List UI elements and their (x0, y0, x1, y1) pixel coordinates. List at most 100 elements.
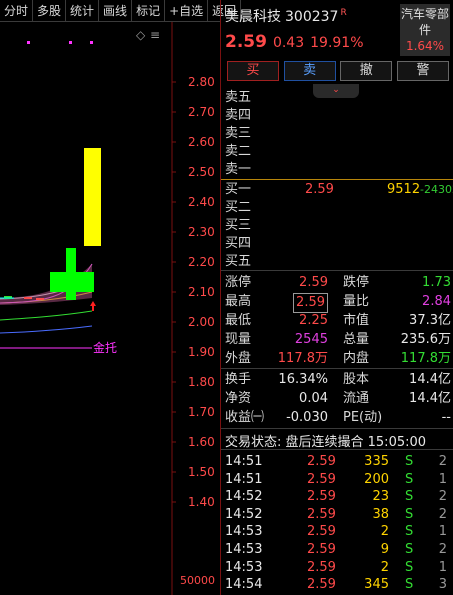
section-divider (221, 270, 453, 271)
toolbar-mark-button[interactable]: 标记 (132, 0, 166, 22)
order-level-label: 买三 (225, 218, 252, 233)
tick-price: 2.59 (307, 559, 336, 575)
signal-dot (90, 41, 93, 44)
bid-row[interactable]: 买三 (225, 217, 451, 235)
stat-value: 2.25 (299, 313, 328, 328)
stat-row: 换手 16.34% 股本 14.4亿 (225, 371, 451, 389)
bid-row[interactable]: 买二 (225, 199, 451, 217)
stat-row: 外盘 117.8万 内盘 117.8万 (225, 350, 451, 368)
stat-row: 收益㈠ -0.030 PE(动) -- (225, 409, 451, 427)
stat-label: 内盘 (343, 351, 370, 366)
stat-value: 16.34% (278, 372, 328, 387)
kline-chart[interactable]: ◇ ≡ 2.80 2.70 2.60 2.50 2.40 2.30 2.20 2.10 2.00… (0, 22, 220, 595)
cancel-order-button[interactable]: 撤 (340, 61, 393, 81)
tick-side: S (405, 559, 414, 575)
stat-value: 14.4亿 (409, 372, 451, 387)
menu-icon[interactable]: ≡ (150, 28, 160, 42)
stat-label: 总量 (343, 332, 370, 347)
price-change-pct: 19.91% (310, 35, 364, 51)
tick-row: 14:51 2.59 335 S 2 (225, 453, 451, 471)
stat-value: 235.6万 (400, 332, 451, 347)
price-tick-label: 1.70 (188, 405, 215, 419)
tick-count: 1 (438, 559, 447, 575)
stat-row: 净资 0.04 流通 14.4亿 (225, 390, 451, 408)
trade-buttons: 买 卖 撤 警 (227, 61, 449, 81)
buy-button[interactable]: 买 (227, 61, 279, 81)
order-book-divider (221, 179, 453, 180)
price-tick-label: 2.20 (188, 255, 215, 269)
sector-badge[interactable]: 汽车零部件 1.64% (400, 4, 450, 56)
toolbar-draw-line-button[interactable]: 画线 (99, 0, 133, 22)
stat-label: 收益㈠ (225, 410, 265, 425)
yellow-candle (84, 148, 101, 246)
sell-button[interactable]: 卖 (283, 61, 336, 81)
ask-row[interactable]: 卖五 (225, 89, 451, 107)
trade-status: 交易状态: 盘后连续撮合 15:05:00 (225, 435, 427, 450)
price-change: 0.43 (272, 35, 305, 51)
tick-time: 14:52 (225, 506, 263, 522)
stat-value: 117.8万 (400, 351, 451, 366)
quote-panel: 美晨科技 300237 R 汽车零部件 1.64% 2.59 0.43 19.91% 买… (221, 0, 453, 595)
tick-count: 2 (438, 454, 447, 469)
bid-row[interactable]: 买四 (225, 235, 451, 253)
tick-volume: 9 (380, 542, 389, 557)
tick-row: 14:51 2.59 200 S 1 (225, 471, 451, 489)
tick-price: 2.59 (307, 454, 336, 469)
stat-value: 2545 (294, 332, 328, 347)
order-level-label: 买四 (225, 236, 252, 251)
stock-code: 300237 (285, 9, 339, 25)
ma60-line (0, 325, 93, 334)
support-label: 金托 (93, 340, 117, 355)
order-level-label: 买五 (225, 254, 252, 269)
ask-row[interactable]: 卖二 (225, 143, 451, 161)
ask-row[interactable]: 卖四 (225, 107, 451, 125)
bid-row[interactable]: 买一 2.59 9512-243026 (225, 181, 453, 199)
ask-row[interactable]: 卖三 (225, 125, 451, 143)
alert-button[interactable]: 警 (396, 61, 449, 81)
stat-value: 2.59 (299, 275, 328, 290)
tick-row: 14:53 2.59 9 S 2 (225, 541, 451, 559)
stat-label: 最低 (225, 313, 252, 328)
tick-time: 14:51 (225, 454, 263, 469)
order-level-label: 买一 (225, 182, 252, 197)
stat-label: PE(动) (343, 410, 383, 425)
bid-row[interactable]: 买五 (225, 253, 451, 271)
price-tick-label: 1.60 (188, 435, 215, 449)
price-tick-label: 1.80 (188, 375, 215, 389)
section-divider (221, 368, 453, 369)
stat-label: 现量 (225, 332, 252, 347)
stat-row: 现量 2545 总量 235.6万 (225, 331, 451, 349)
price-tick-label: 2.40 (188, 195, 215, 209)
toolbar-multi-stock-button[interactable]: 多股 (33, 0, 67, 22)
stat-label: 换手 (225, 372, 252, 387)
tick-count: 1 (438, 524, 447, 540)
toolbar-intraday-button[interactable]: 分时 (0, 0, 34, 22)
tick-time: 14:53 (225, 524, 263, 540)
diamond-icon[interactable]: ◇ (136, 28, 146, 42)
tick-count: 3 (438, 577, 447, 593)
ask-row[interactable]: 卖一 (225, 161, 451, 179)
tick-side: S (405, 471, 414, 487)
sector-pct: 1.64% (405, 39, 445, 53)
tick-volume: 38 (372, 506, 389, 522)
section-divider (221, 428, 453, 429)
tick-price: 2.59 (307, 542, 336, 557)
toolbar-add-favorite-button[interactable]: +自选 (165, 0, 209, 22)
tick-price: 2.59 (307, 489, 336, 505)
toolbar-statistics-button[interactable]: 统计 (66, 0, 100, 22)
tick-price: 2.59 (307, 506, 336, 522)
stat-row: 最高 2.59 量比 2.84 (225, 293, 451, 313)
stat-value: 117.8万 (277, 351, 328, 366)
price-tick-label: 1.50 (188, 465, 215, 479)
price-tick-label: 2.50 (188, 165, 215, 179)
tick-time: 14:51 (225, 471, 263, 487)
tick-volume: 23 (372, 489, 389, 505)
financing-mark: R (340, 8, 347, 19)
tick-price: 2.59 (307, 471, 336, 487)
stat-label: 跌停 (343, 275, 370, 290)
stat-value: 2.59 (293, 293, 328, 313)
sector-name: 汽车零部件 (400, 7, 449, 37)
chart-toolbar: 分时 多股 统计 画线 标记 +自选 返回 (0, 0, 242, 22)
kline-chart-svg: ◇ ≡ 2.80 2.70 2.60 2.50 2.40 2.30 2.20 2.10 2.00… (0, 22, 215, 595)
price-tick-label: 2.60 (188, 135, 215, 149)
